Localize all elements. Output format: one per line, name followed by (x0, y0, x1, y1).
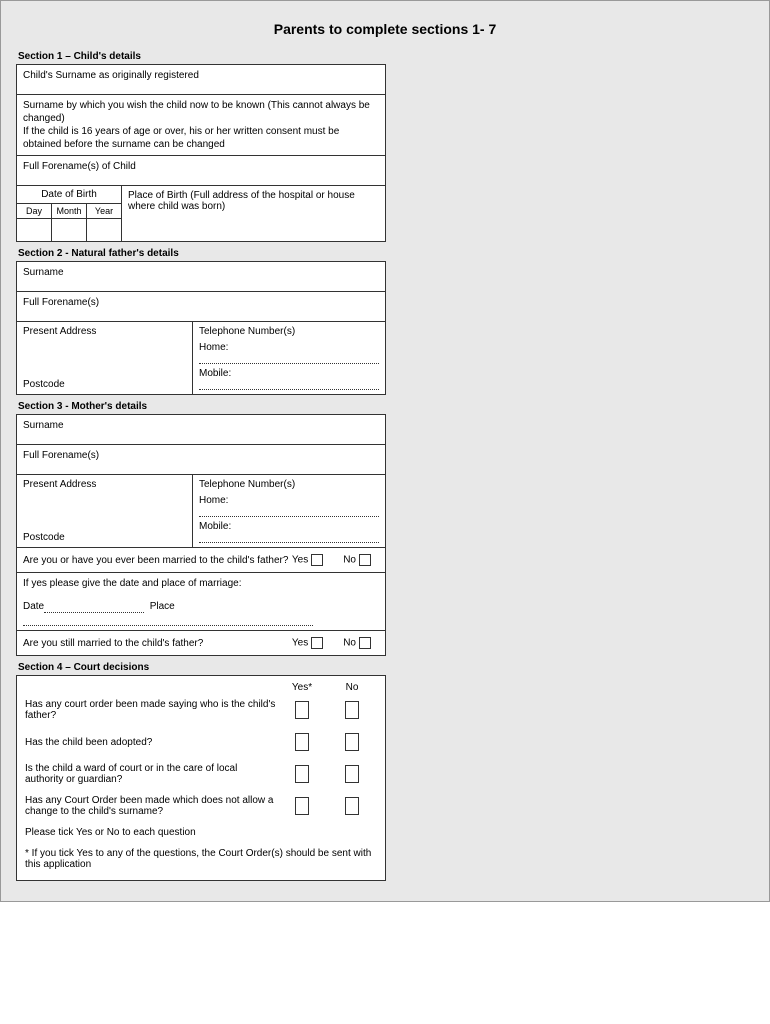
mother-mobile-line[interactable] (199, 534, 379, 543)
mother-postcode-label: Postcode (23, 532, 186, 543)
dob-month-label: Month (52, 204, 87, 218)
field-father-telephone[interactable]: Telephone Number(s) Home: Mobile: (193, 322, 385, 394)
field-child-surname-wish[interactable]: Surname by which you wish the child now … (17, 95, 385, 156)
section4-box: Yes* No Has any court order been made sa… (16, 675, 386, 881)
s4-q2-row: Has the child been adopted? (25, 731, 377, 753)
page-title: Parents to complete sections 1- 7 (16, 21, 754, 37)
section2-box: Surname Full Forename(s) Present Address… (16, 261, 386, 395)
field-mother-forenames[interactable]: Full Forename(s) (17, 445, 385, 475)
s4-q2: Has the child been adopted? (25, 737, 277, 748)
father-address-label: Present Address (23, 326, 186, 337)
section2-header: Section 2 - Natural father's details (18, 248, 754, 259)
dob-pob-row: Date of Birth Day Month Year Place of Bi… (17, 186, 385, 241)
date-label: Date (23, 601, 44, 612)
field-father-forenames[interactable]: Full Forename(s) (17, 292, 385, 322)
field-child-surname-registered[interactable]: Child's Surname as originally registered (17, 65, 385, 95)
s4-footnote: * If you tick Yes to any of the question… (25, 848, 377, 870)
field-father-address[interactable]: Present Address Postcode (17, 322, 193, 394)
father-telephone-label: Telephone Number(s) (199, 326, 379, 337)
dob-day-input[interactable] (17, 219, 52, 241)
mother-telephone-label: Telephone Number(s) (199, 479, 379, 490)
still-married-row: Are you still married to the child's fat… (17, 631, 385, 655)
s4-q3: Is the child a ward of court or in the c… (25, 763, 277, 785)
father-address-phone-row: Present Address Postcode Telephone Numbe… (17, 322, 385, 394)
s4-q3-yes-checkbox[interactable] (295, 765, 309, 783)
mother-home-label: Home: (199, 495, 228, 506)
s4-q4-yes-checkbox[interactable] (295, 797, 309, 815)
field-mother-telephone[interactable]: Telephone Number(s) Home: Mobile: (193, 475, 385, 547)
s4-q1: Has any court order been made saying who… (25, 699, 277, 721)
dob-month-input[interactable] (52, 219, 87, 241)
marriage-line-label: If yes please give the date and place of… (23, 577, 379, 590)
field-mother-surname[interactable]: Surname (17, 415, 385, 445)
marriage-place-line[interactable] (23, 617, 313, 626)
no-label-1: No (343, 555, 356, 566)
mother-address-phone-row: Present Address Postcode Telephone Numbe… (17, 475, 385, 548)
mother-home-line[interactable] (199, 508, 379, 517)
still-married-no-checkbox[interactable] (359, 637, 371, 649)
marriage-date-line[interactable] (44, 604, 144, 613)
s4-q2-yes-checkbox[interactable] (295, 733, 309, 751)
q-ever-married: Are you or have you ever been married to… (23, 555, 288, 566)
field-mother-address[interactable]: Present Address Postcode (17, 475, 193, 547)
father-home-label: Home: (199, 342, 228, 353)
ever-married-yes-checkbox[interactable] (311, 554, 323, 566)
form-page: Parents to complete sections 1- 7 Sectio… (0, 0, 770, 902)
section3-header: Section 3 - Mother's details (18, 401, 754, 412)
section1-box: Child's Surname as originally registered… (16, 64, 386, 242)
section1-header: Section 1 – Child's details (18, 51, 754, 62)
field-child-forenames[interactable]: Full Forename(s) of Child (17, 156, 385, 186)
s4-no-header: No (327, 682, 377, 693)
still-married-yes-checkbox[interactable] (311, 637, 323, 649)
s4-q3-no-checkbox[interactable] (345, 765, 359, 783)
section4-header: Section 4 – Court decisions (18, 662, 754, 673)
field-father-surname[interactable]: Surname (17, 262, 385, 292)
s4-q4-row: Has any Court Order been made which does… (25, 795, 377, 817)
father-home-line[interactable] (199, 355, 379, 364)
ever-married-no-checkbox[interactable] (359, 554, 371, 566)
father-mobile-label: Mobile: (199, 368, 231, 379)
s4-q2-no-checkbox[interactable] (345, 733, 359, 751)
dob-year-label: Year (87, 204, 121, 218)
dob-day-label: Day (17, 204, 52, 218)
dob-block: Date of Birth Day Month Year (17, 186, 122, 241)
surname-wish-line1: Surname by which you wish the child now … (23, 99, 379, 125)
section3-box: Surname Full Forename(s) Present Address… (16, 414, 386, 656)
q-still-married: Are you still married to the child's fat… (23, 638, 203, 649)
section4-header-row: Yes* No (25, 682, 377, 693)
s4-q1-no-checkbox[interactable] (345, 701, 359, 719)
s4-q4: Has any Court Order been made which does… (25, 795, 277, 817)
mother-mobile-label: Mobile: (199, 521, 231, 532)
s4-q3-row: Is the child a ward of court or in the c… (25, 763, 377, 785)
dob-label: Date of Birth (17, 186, 121, 204)
s4-q4-no-checkbox[interactable] (345, 797, 359, 815)
no-label-2: No (343, 638, 356, 649)
surname-wish-line2: If the child is 16 years of age or over,… (23, 125, 379, 151)
s4-tick-note: Please tick Yes or No to each question (25, 827, 377, 838)
field-place-of-birth[interactable]: Place of Birth (Full address of the hosp… (122, 186, 385, 241)
father-postcode-label: Postcode (23, 379, 186, 390)
yes-label-2: Yes (292, 638, 308, 649)
place-label: Place (150, 601, 175, 612)
marriage-details-cell: If yes please give the date and place of… (17, 573, 385, 631)
yes-label-1: Yes (292, 555, 308, 566)
s4-q1-yes-checkbox[interactable] (295, 701, 309, 719)
dob-header-cells: Day Month Year (17, 204, 121, 219)
father-mobile-line[interactable] (199, 381, 379, 390)
s4-q1-row: Has any court order been made saying who… (25, 699, 377, 721)
dob-inputs (17, 219, 121, 241)
s4-yes-header: Yes* (277, 682, 327, 693)
mother-address-label: Present Address (23, 479, 186, 490)
ever-married-row: Are you or have you ever been married to… (17, 548, 385, 573)
dob-year-input[interactable] (87, 219, 121, 241)
